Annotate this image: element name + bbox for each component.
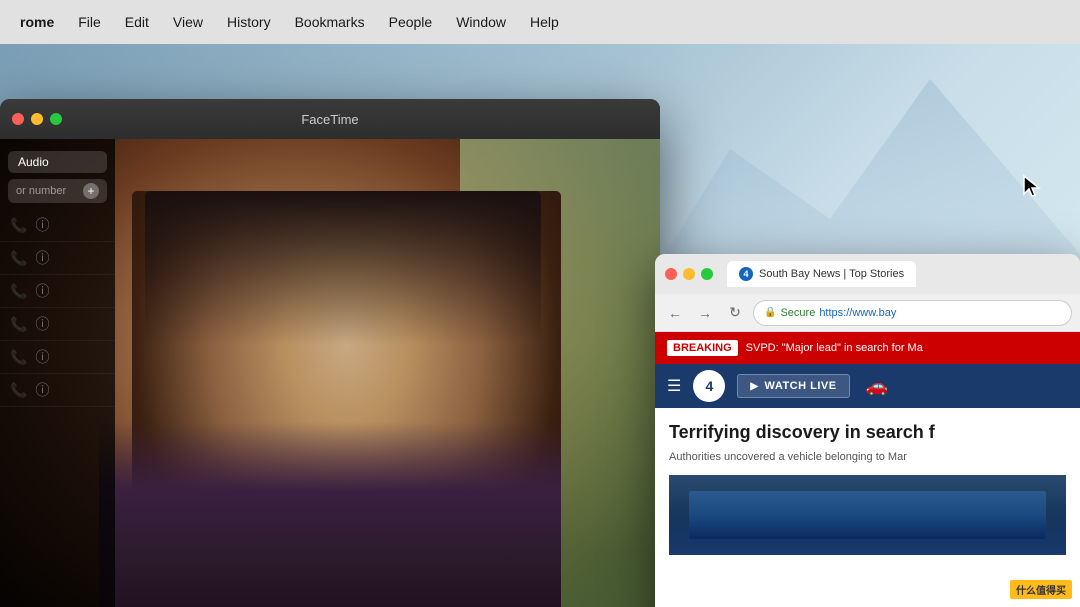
call-icon-4[interactable]: 📞 [10,316,27,333]
facetime-audio-tab[interactable]: Audio [8,151,107,173]
watch-live-label: WATCH LIVE [765,380,837,392]
news-headline: Terrifying discovery in search f [669,422,1066,444]
image-content [689,491,1046,539]
info-icon-4[interactable]: ⓘ [35,314,49,334]
menubar-help[interactable]: Help [520,10,569,34]
call-icon-1[interactable]: 📞 [10,217,27,234]
desktop: FaceTime Audio or number + 📞 [0,44,1080,607]
car-icon: 🚗 [866,376,888,397]
contact-row-1: 📞 ⓘ [0,209,115,242]
search-placeholder: or number [16,185,66,197]
contact-row-2: 📞 ⓘ [0,242,115,275]
add-contact-button[interactable]: + [83,183,99,199]
menubar: rome File Edit View History Bookmarks Pe… [0,0,1080,44]
watch-live-button[interactable]: ▶ WATCH LIVE [737,374,849,398]
watermark-text: 什么值得买 [1016,586,1066,597]
breaking-text: SVPD: "Major lead" in search for Ma [746,342,923,354]
news-subheadline: Authorities uncovered a vehicle belongin… [669,450,1066,465]
browser-close-button[interactable] [665,268,677,280]
contact-row-3: 📞 ⓘ [0,275,115,308]
shirt-area [99,422,561,607]
menubar-chrome[interactable]: rome [10,10,64,34]
menubar-history[interactable]: History [217,10,281,34]
browser-minimize-button[interactable] [683,268,695,280]
menubar-bookmarks[interactable]: Bookmarks [285,10,375,34]
news-navigation: ☰ 4 ▶ WATCH LIVE 🚗 [655,364,1080,408]
facetime-sidebar: Audio or number + 📞 ⓘ 📞 ⓘ 📞 ⓘ 📞 ⓘ [0,139,115,607]
info-icon-1[interactable]: ⓘ [35,215,49,235]
facetime-titlebar: FaceTime [0,99,660,139]
mouse-cursor [1022,174,1042,198]
facetime-title: FaceTime [301,112,358,127]
news-logo: 4 [693,370,725,402]
call-icon-3[interactable]: 📞 [10,283,27,300]
browser-maximize-button[interactable] [701,268,713,280]
lock-icon: 🔒 [764,307,776,318]
info-icon-5[interactable]: ⓘ [35,347,49,367]
info-icon-3[interactable]: ⓘ [35,281,49,301]
logo-number: 4 [705,378,713,394]
window-controls [12,113,62,125]
breaking-label: BREAKING [667,340,738,356]
call-icon-5[interactable]: 📞 [10,349,27,366]
contact-row-5: 📞 ⓘ [0,341,115,374]
info-icon-2[interactable]: ⓘ [35,248,49,268]
watermark: 什么值得买 [1010,580,1072,599]
browser-window: 4 South Bay News | Top Stories ← → ↻ 🔒 S… [655,254,1080,607]
close-button[interactable] [12,113,24,125]
tab-title: South Bay News | Top Stories [759,268,904,280]
browser-titlebar: 4 South Bay News | Top Stories [655,254,1080,294]
tab-favicon: 4 [739,267,753,281]
call-icon-2[interactable]: 📞 [10,250,27,267]
news-content: Terrifying discovery in search f Authori… [655,408,1080,569]
facetime-window: FaceTime Audio or number + 📞 [0,99,660,607]
back-button[interactable]: ← [663,301,687,325]
breaking-news-bar: BREAKING SVPD: "Major lead" in search fo… [655,332,1080,364]
favicon-number: 4 [743,269,748,279]
menubar-view[interactable]: View [163,10,213,34]
active-tab[interactable]: 4 South Bay News | Top Stories [727,261,916,287]
contact-row-6: 📞 ⓘ [0,374,115,407]
news-image [669,475,1066,555]
call-icon-6[interactable]: 📞 [10,382,27,399]
menubar-people[interactable]: People [379,10,443,34]
minimize-button[interactable] [31,113,43,125]
browser-tab-area: 4 South Bay News | Top Stories [727,261,1070,287]
play-icon: ▶ [750,381,758,392]
secure-label: Secure [780,307,815,319]
maximize-button[interactable] [50,113,62,125]
browser-toolbar: ← → ↻ 🔒 Secure https://www.bay [655,294,1080,332]
contact-row-4: 📞 ⓘ [0,308,115,341]
hair-area [145,191,541,346]
hamburger-menu[interactable]: ☰ [667,376,681,396]
address-bar[interactable]: 🔒 Secure https://www.bay [753,300,1072,326]
reload-button[interactable]: ↻ [723,301,747,325]
menubar-edit[interactable]: Edit [115,10,159,34]
menubar-file[interactable]: File [68,10,111,34]
facetime-search[interactable]: or number + [8,179,107,203]
menubar-window[interactable]: Window [446,10,516,34]
forward-button[interactable]: → [693,301,717,325]
info-icon-6[interactable]: ⓘ [35,380,49,400]
url-text: https://www.bay [819,307,896,319]
